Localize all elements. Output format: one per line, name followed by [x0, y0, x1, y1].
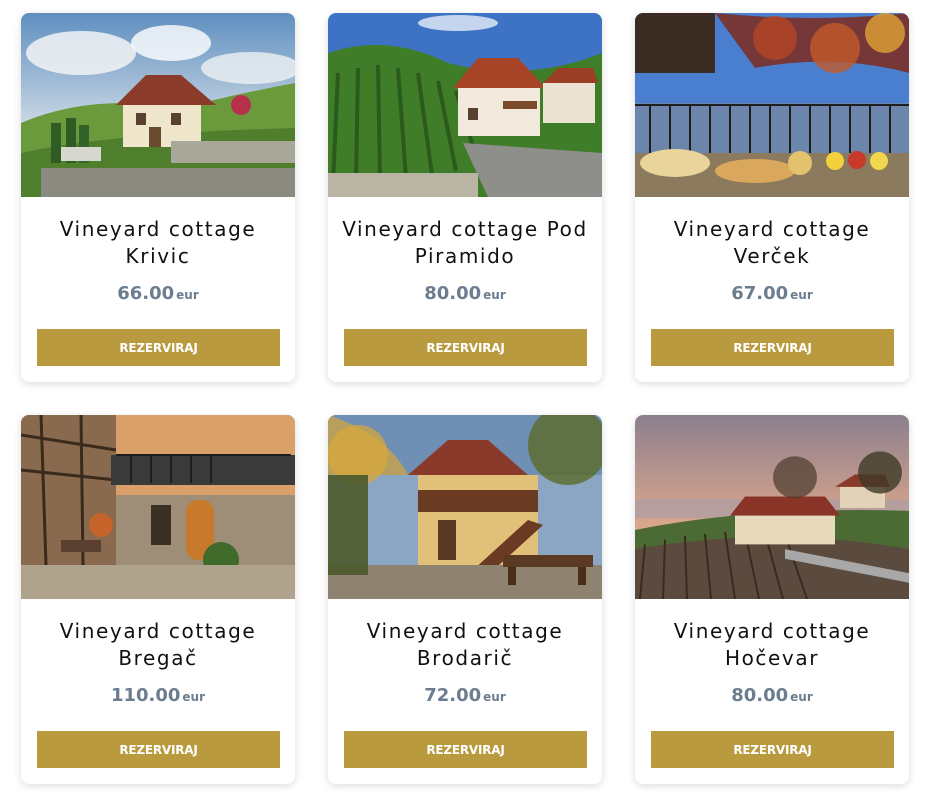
cottage-price: 72.00 eur — [328, 685, 602, 706]
cottage-photo-bregac[interactable] — [21, 415, 295, 599]
price-amount: 110.00 — [110, 685, 181, 706]
cottage-name[interactable]: Vineyard cottage Pod Piramido — [338, 216, 592, 270]
cottage-price: 110.00 eur — [21, 685, 295, 706]
price-amount: 80.00 — [424, 283, 482, 304]
cottage-card-pod-piramido: Vineyard cottage Pod Piramido 80.00 eur R… — [328, 13, 602, 382]
price-amount: 80.00 — [731, 685, 789, 706]
reserve-button[interactable]: REZERVIRAJ — [344, 329, 587, 366]
cottage-name[interactable]: Vineyard cottage Verček — [645, 216, 899, 270]
price-currency: eur — [790, 690, 813, 704]
price-currency: eur — [176, 288, 199, 302]
cottage-photo-pod-piramido[interactable] — [328, 13, 602, 197]
price-currency: eur — [483, 690, 506, 704]
reserve-button[interactable]: REZERVIRAJ — [651, 329, 894, 366]
cottage-price: 80.00 eur — [328, 283, 602, 304]
price-currency: eur — [483, 288, 506, 302]
cottage-card-vercek: Vineyard cottage Verček 67.00 eur REZERVI… — [635, 13, 909, 382]
cottage-name[interactable]: Vineyard cottage Bregač — [31, 618, 285, 672]
price-amount: 72.00 — [424, 685, 482, 706]
reserve-button[interactable]: REZERVIRAJ — [37, 329, 280, 366]
cottage-price: 66.00 eur — [21, 283, 295, 304]
price-currency: eur — [790, 288, 813, 302]
reserve-button[interactable]: REZERVIRAJ — [344, 731, 587, 768]
price-currency: eur — [182, 690, 206, 704]
cottage-card-brodaric: Vineyard cottage Brodarič 72.00 eur REZER… — [328, 415, 602, 784]
cottage-photo-krivic[interactable] — [21, 13, 295, 197]
reserve-button[interactable]: REZERVIRAJ — [651, 731, 894, 768]
cottage-card-bregac: Vineyard cottage Bregač 110.00 eur REZERV… — [21, 415, 295, 784]
cottage-photo-vercek[interactable] — [635, 13, 909, 197]
cottage-name[interactable]: Vineyard cottage Hočevar — [645, 618, 899, 672]
cottage-price: 80.00 eur — [635, 685, 909, 706]
cottage-photo-hocevar[interactable] — [635, 415, 909, 599]
cottage-name[interactable]: Vineyard cottage Brodarič — [338, 618, 592, 672]
cottage-card-hocevar: Vineyard cottage Hočevar 80.00 eur REZERV… — [635, 415, 909, 784]
price-amount: 66.00 — [117, 283, 175, 304]
reserve-button[interactable]: REZERVIRAJ — [37, 731, 280, 768]
cottage-grid: Vineyard cottage Krivic 66.00 eur REZERVI… — [0, 0, 928, 800]
cottage-price: 67.00 eur — [635, 283, 909, 304]
cottage-card-krivic: Vineyard cottage Krivic 66.00 eur REZERVI… — [21, 13, 295, 382]
cottage-photo-brodaric[interactable] — [328, 415, 602, 599]
cottage-name[interactable]: Vineyard cottage Krivic — [31, 216, 285, 270]
price-amount: 67.00 — [731, 283, 789, 304]
